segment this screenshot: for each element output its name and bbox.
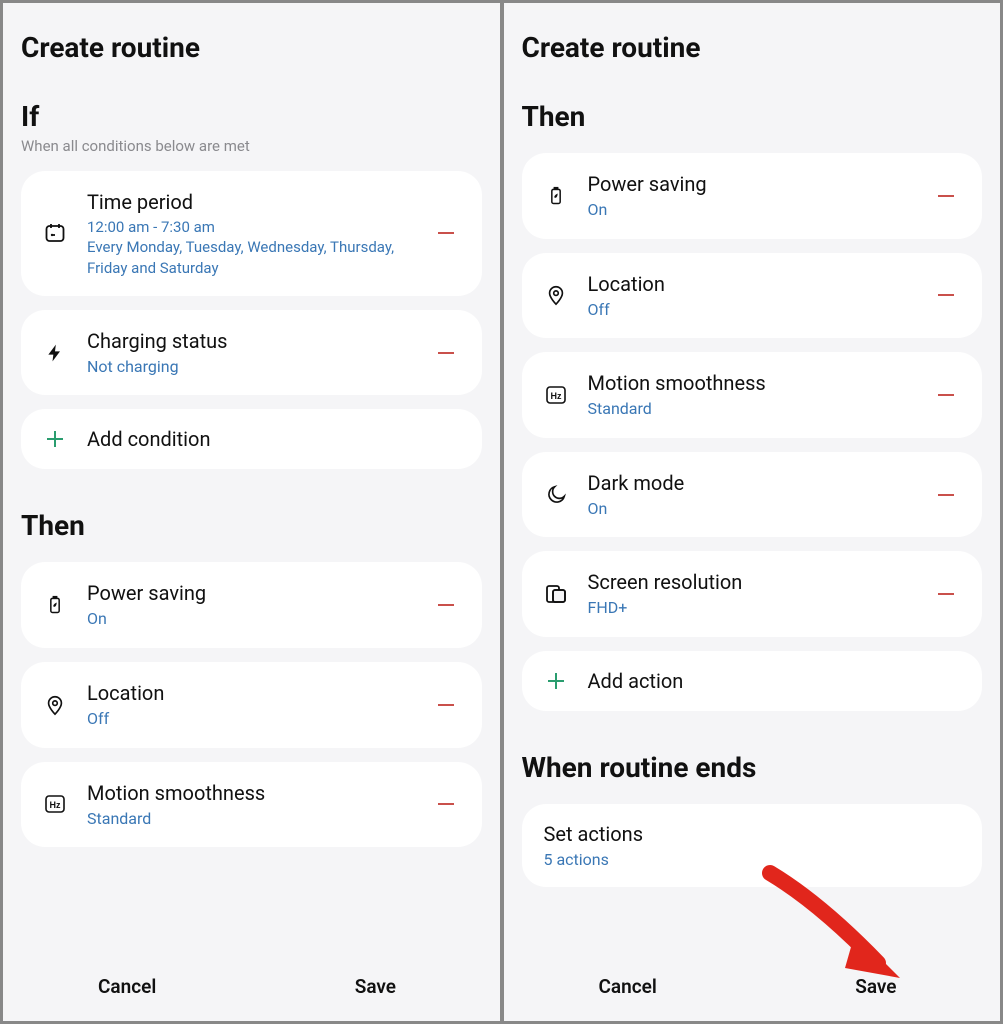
action-location[interactable]: Location Off — [21, 662, 482, 748]
action-power-saving[interactable]: Power saving On — [21, 562, 482, 648]
set-actions-label: Set actions — [544, 822, 961, 846]
action-value: On — [588, 199, 917, 221]
then-heading: Then — [21, 509, 482, 542]
left-screen: Create routine If When all conditions be… — [3, 3, 500, 1021]
action-label: Motion smoothness — [588, 370, 917, 396]
svg-text:Hz: Hz — [50, 800, 61, 810]
bottom-bar: Cancel Save — [504, 951, 1001, 1021]
condition-value: Not charging — [87, 356, 416, 378]
action-value: Standard — [87, 808, 416, 830]
calendar-icon — [41, 221, 69, 245]
remove-icon[interactable] — [934, 283, 962, 307]
action-label: Power saving — [588, 171, 917, 197]
if-subtitle: When all conditions below are met — [21, 137, 482, 155]
add-condition-label: Add condition — [87, 427, 211, 451]
hz-icon: Hz — [41, 792, 69, 816]
cancel-button[interactable]: Cancel — [504, 951, 752, 1021]
action-value: Standard — [588, 398, 917, 420]
remove-icon[interactable] — [934, 383, 962, 407]
battery-leaf-icon — [41, 593, 69, 617]
condition-label: Charging status — [87, 328, 416, 354]
add-action-label: Add action — [588, 669, 684, 693]
remove-icon[interactable] — [934, 184, 962, 208]
remove-icon[interactable] — [434, 593, 462, 617]
action-dark-mode[interactable]: Dark mode On — [522, 452, 983, 538]
action-label: Motion smoothness — [87, 780, 416, 806]
action-label: Screen resolution — [588, 569, 917, 595]
action-location[interactable]: Location Off — [522, 253, 983, 339]
remove-icon[interactable] — [434, 693, 462, 717]
remove-icon[interactable] — [434, 221, 462, 245]
save-button[interactable]: Save — [752, 951, 1000, 1021]
battery-leaf-icon — [542, 184, 570, 208]
set-actions-value: 5 actions — [544, 850, 961, 869]
add-action[interactable]: Add action — [522, 651, 983, 711]
bolt-icon — [41, 341, 69, 365]
action-screen-resolution[interactable]: Screen resolution FHD+ — [522, 551, 983, 637]
save-button[interactable]: Save — [251, 951, 499, 1021]
action-label: Dark mode — [588, 470, 917, 496]
action-value: On — [588, 498, 917, 520]
location-pin-icon — [41, 693, 69, 717]
condition-label: Time period — [87, 189, 416, 215]
action-value: Off — [588, 299, 917, 321]
if-heading: If — [21, 100, 482, 133]
condition-time-period[interactable]: Time period 12:00 am - 7:30 am Every Mon… — [21, 171, 482, 296]
remove-icon[interactable] — [934, 483, 962, 507]
action-power-saving[interactable]: Power saving On — [522, 153, 983, 239]
action-value: FHD+ — [588, 597, 917, 619]
condition-charging-status[interactable]: Charging status Not charging — [21, 310, 482, 396]
action-label: Power saving — [87, 580, 416, 606]
action-value: On — [87, 608, 416, 630]
location-pin-icon — [542, 283, 570, 307]
svg-text:Hz: Hz — [550, 391, 561, 401]
then-heading: Then — [522, 100, 983, 133]
cancel-button[interactable]: Cancel — [3, 951, 251, 1021]
remove-icon[interactable] — [434, 792, 462, 816]
when-ends-heading: When routine ends — [522, 751, 983, 784]
hz-icon: Hz — [542, 383, 570, 407]
action-motion-smoothness[interactable]: Hz Motion smoothness Standard — [21, 762, 482, 848]
plus-icon — [41, 427, 69, 451]
page-title: Create routine — [21, 31, 482, 64]
left-content: Create routine If When all conditions be… — [3, 3, 500, 951]
plus-icon — [542, 669, 570, 693]
page-title: Create routine — [522, 31, 983, 64]
remove-icon[interactable] — [934, 582, 962, 606]
action-label: Location — [87, 680, 416, 706]
moon-icon — [542, 484, 570, 506]
right-screen: Create routine Then Power saving On Loca… — [504, 3, 1001, 1021]
resolution-icon — [542, 582, 570, 606]
bottom-bar: Cancel Save — [3, 951, 500, 1021]
action-label: Location — [588, 271, 917, 297]
condition-value: 12:00 am - 7:30 am Every Monday, Tuesday… — [87, 217, 416, 278]
action-value: Off — [87, 708, 416, 730]
add-condition[interactable]: Add condition — [21, 409, 482, 469]
action-motion-smoothness[interactable]: Hz Motion smoothness Standard — [522, 352, 983, 438]
right-content: Create routine Then Power saving On Loca… — [504, 3, 1001, 951]
remove-icon[interactable] — [434, 341, 462, 365]
set-actions[interactable]: Set actions 5 actions — [522, 804, 983, 887]
